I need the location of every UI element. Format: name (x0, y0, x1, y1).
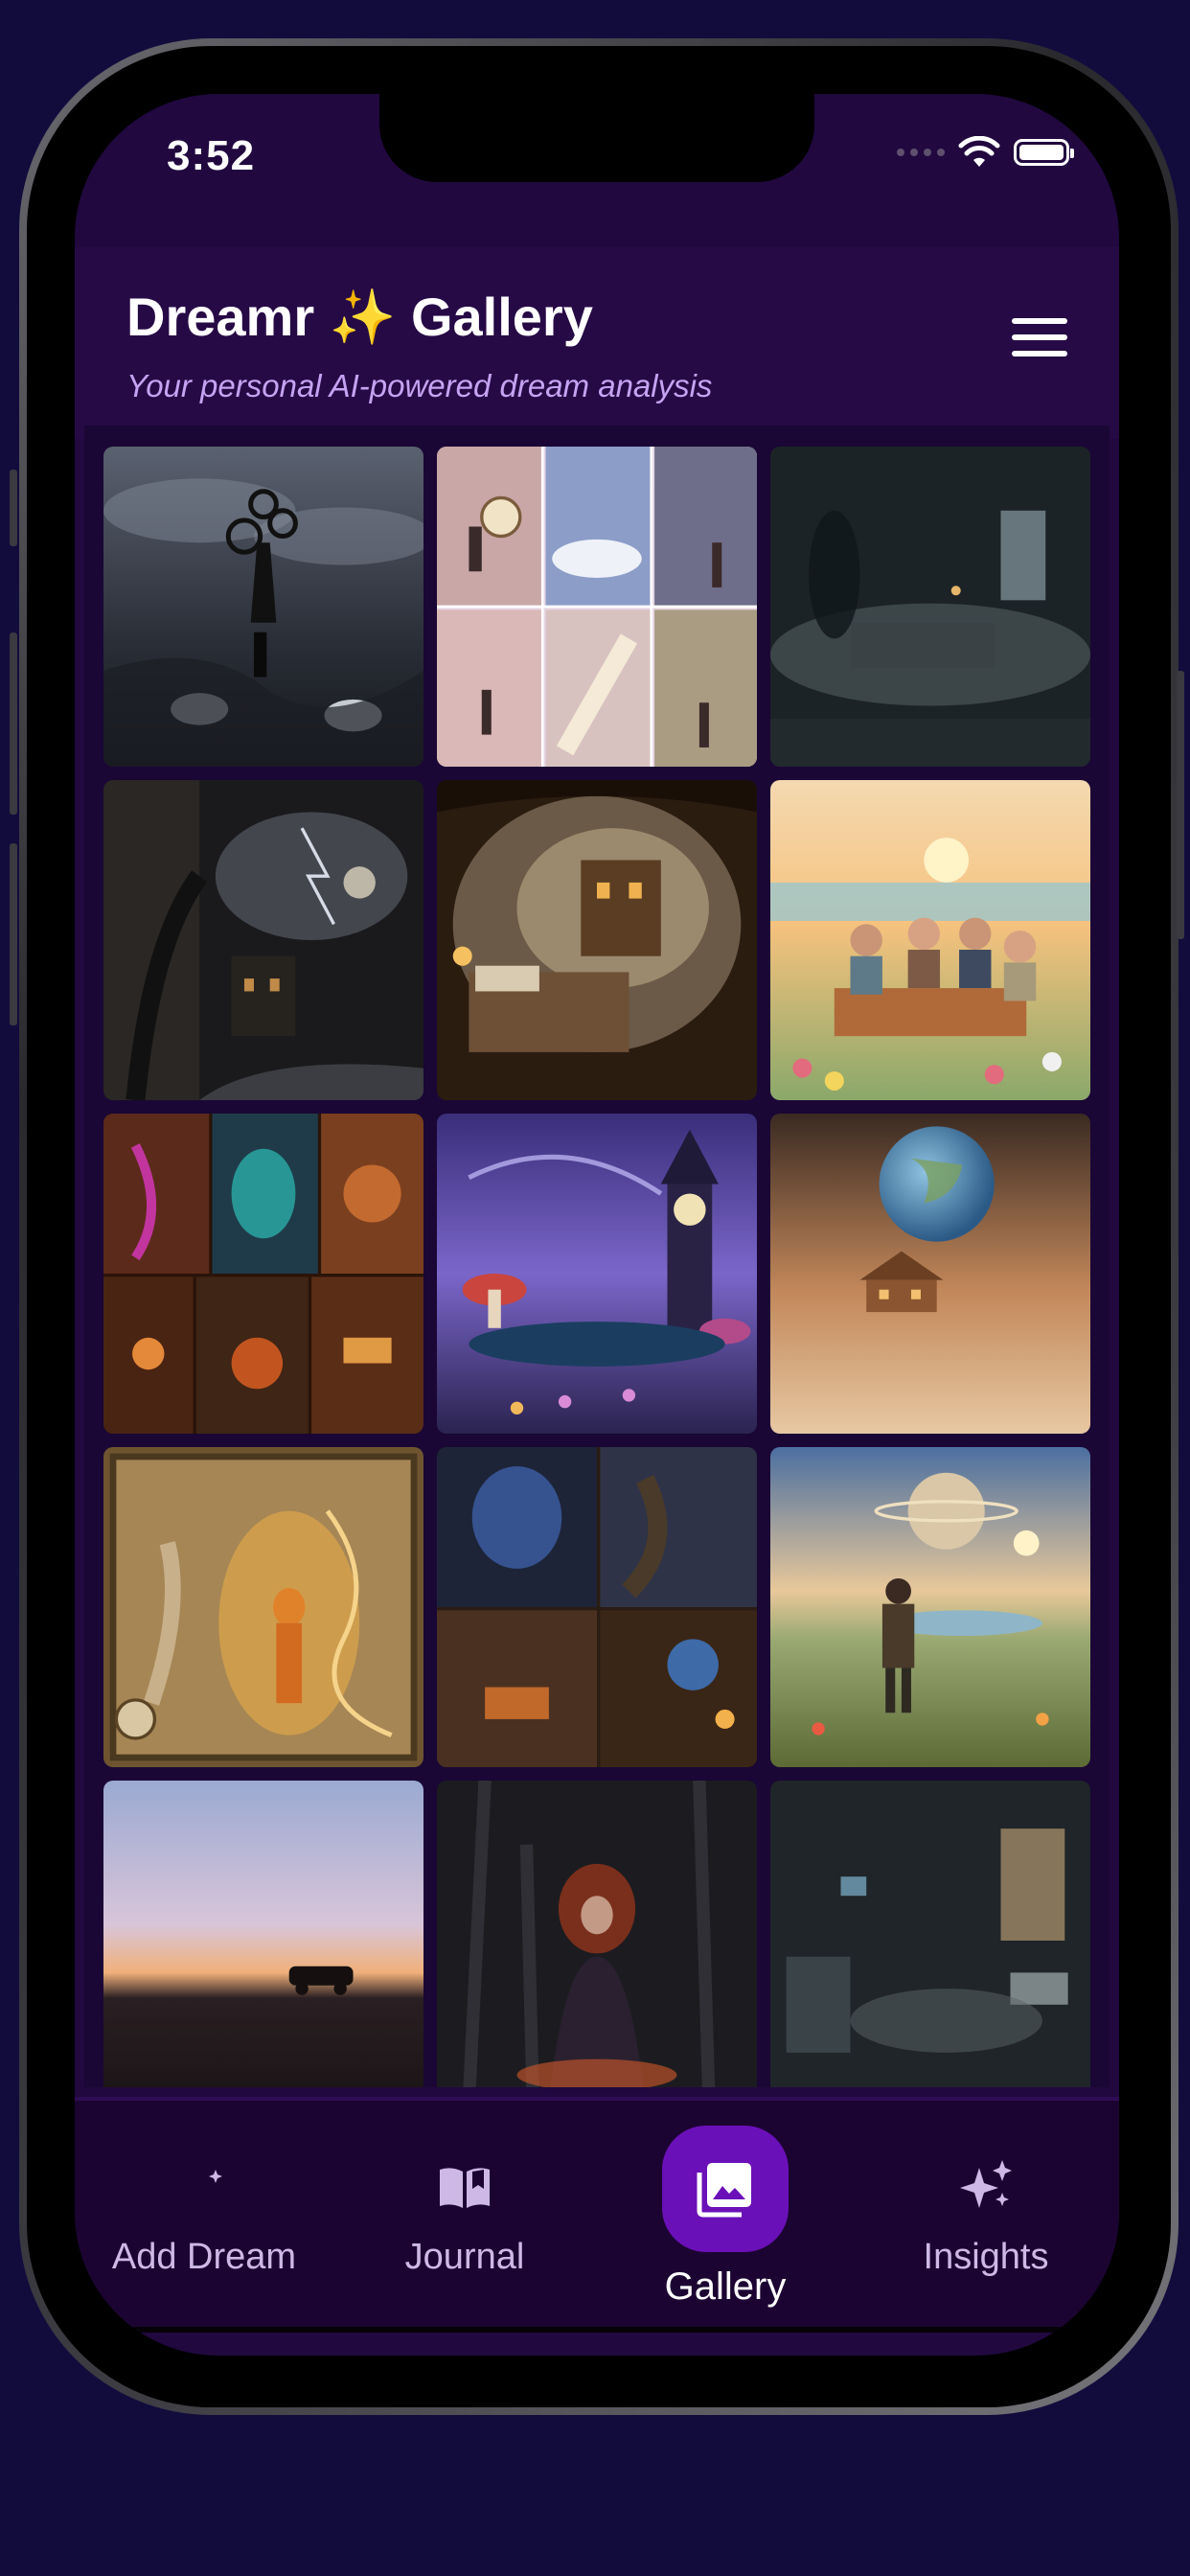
gallery-image[interactable] (103, 447, 423, 767)
nav-journal[interactable]: Journal (335, 2101, 594, 2331)
hamburger-menu-icon[interactable] (1012, 318, 1067, 360)
nav-gallery[interactable]: Gallery (596, 2101, 855, 2331)
bottom-nav: Add Dream Journal Gallery Insights (75, 2097, 1119, 2331)
gallery-image[interactable] (103, 1114, 423, 1434)
gallery-image[interactable] (770, 1447, 1090, 1767)
nav-label: Journal (404, 2237, 525, 2277)
open-book-icon (440, 2168, 490, 2208)
status-time: 3:52 (167, 132, 256, 179)
status-icons (897, 136, 1074, 169)
gallery-image[interactable] (103, 1781, 423, 2087)
side-button (10, 470, 17, 546)
wifi-icon (958, 136, 1000, 167)
gallery-grid (103, 447, 1090, 2087)
nav-label: Insights (923, 2237, 1049, 2277)
nav-active-indicator (662, 2126, 789, 2252)
gallery-image[interactable] (437, 780, 757, 1100)
gallery-image[interactable] (770, 780, 1090, 1100)
gallery-scroll-area[interactable] (84, 426, 1110, 2087)
photo-library-icon (697, 2163, 751, 2218)
gallery-image[interactable] (103, 780, 423, 1100)
gallery-image[interactable] (770, 1114, 1090, 1434)
nav-label: Gallery (664, 2266, 787, 2308)
gallery-image[interactable] (103, 1447, 423, 1767)
sparkles-icon (960, 2160, 1012, 2208)
nav-insights[interactable]: Insights (857, 2101, 1115, 2331)
gallery-image[interactable] (437, 1114, 757, 1434)
gallery-image[interactable] (437, 1447, 757, 1767)
battery-icon (1014, 139, 1074, 166)
page-subtitle: Your personal AI-powered dream analysis (126, 368, 713, 403)
moon-sparkle-icon (190, 2166, 225, 2204)
side-button (10, 632, 17, 815)
page-title: Dreamr ✨ Gallery (126, 287, 593, 347)
notch (379, 94, 814, 182)
nav-add-dream[interactable]: Add Dream (75, 2101, 333, 2331)
cellular-signal-icon (897, 149, 945, 156)
side-button (1177, 671, 1184, 939)
nav-label: Add Dream (111, 2237, 297, 2277)
gallery-image[interactable] (437, 1781, 757, 2087)
home-indicator-bar (75, 2327, 1119, 2333)
app-screen: 3:52 Dreamr ✨ Gallery Your personal AI-p… (75, 94, 1119, 2356)
gallery-image[interactable] (437, 447, 757, 767)
app-header: Dreamr ✨ Gallery Your personal AI-powere… (75, 247, 1119, 439)
gallery-image[interactable] (770, 447, 1090, 767)
gallery-image[interactable] (770, 1781, 1090, 2087)
side-button (10, 843, 17, 1025)
